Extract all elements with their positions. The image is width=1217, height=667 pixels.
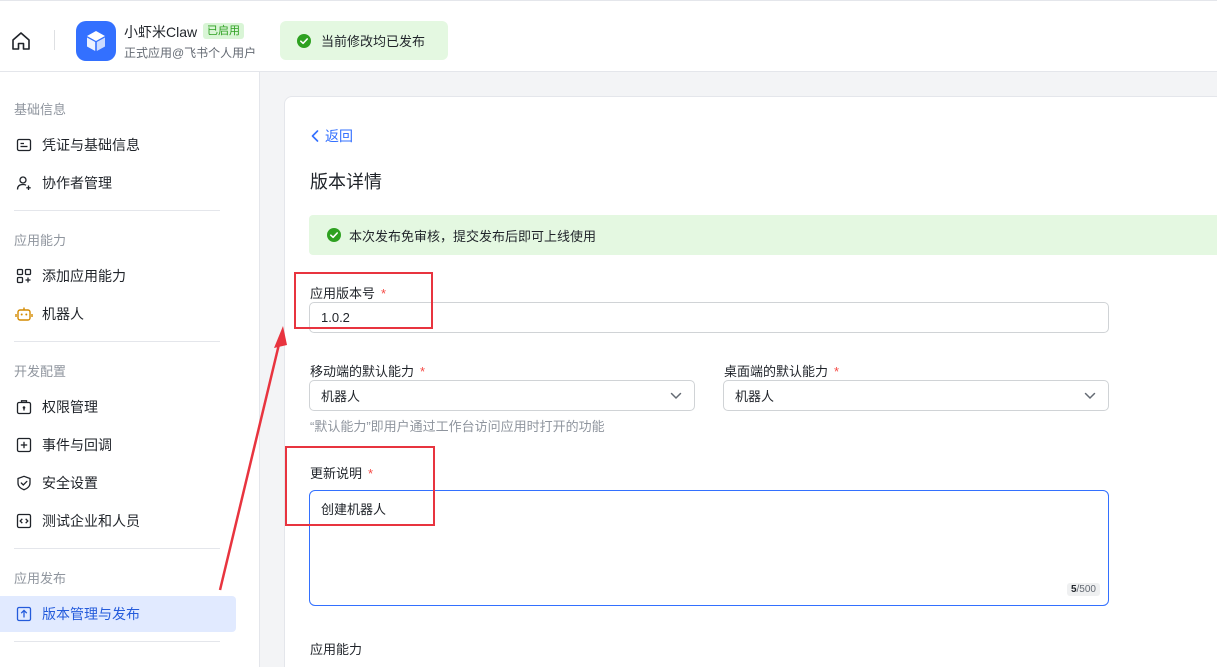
annotation-arrow [218, 326, 287, 591]
